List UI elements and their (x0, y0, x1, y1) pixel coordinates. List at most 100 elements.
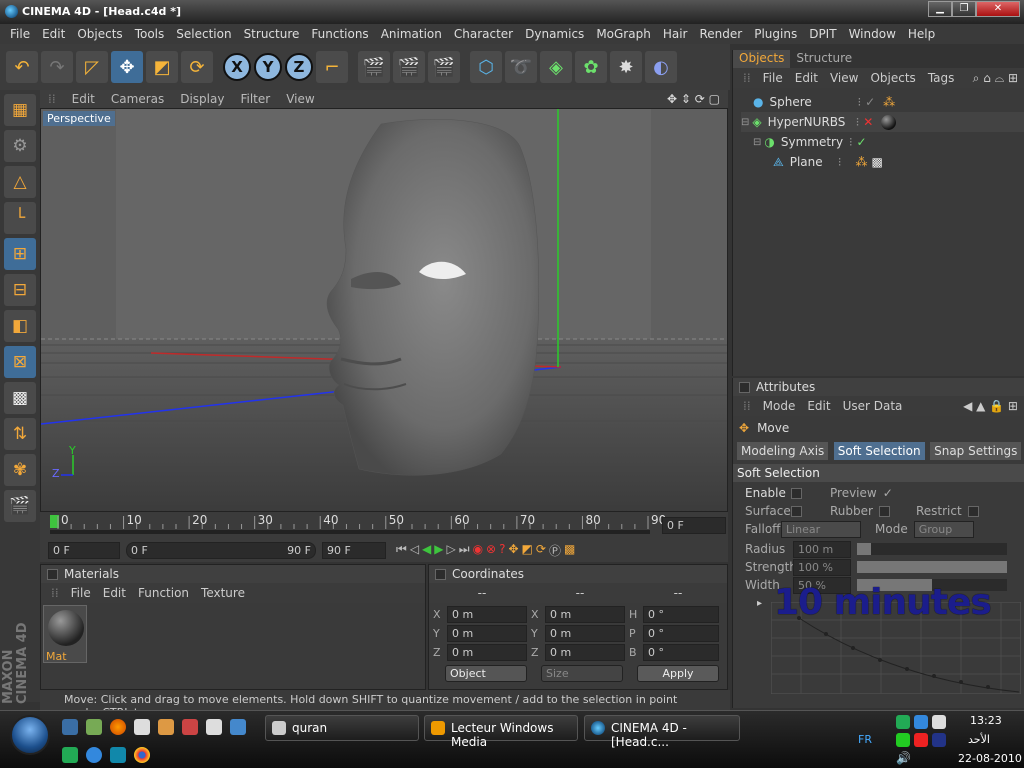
quicklaunch-icon[interactable] (206, 719, 222, 735)
menu-plugins[interactable]: Plugins (748, 27, 803, 41)
viewport-menu-cameras[interactable]: Cameras (103, 92, 172, 106)
soft-selection-mode-icon[interactable]: ⊠ (4, 346, 36, 378)
coord-pos-x[interactable]: 0 m (447, 606, 527, 623)
strength-slider[interactable] (857, 561, 1007, 573)
menu-window[interactable]: Window (843, 27, 902, 41)
attributes-nav-icons[interactable]: ◀ ▲ 🔒 ⊞ (957, 399, 1024, 413)
attributes-menu-edit[interactable]: Edit (801, 399, 836, 413)
close-button[interactable]: ✕ (976, 1, 1020, 17)
object-row-sphere[interactable]: ● Sphere ⁝ ✓ ⁂ (741, 92, 1024, 112)
tray-icon[interactable] (932, 715, 946, 729)
tray-icon[interactable] (932, 733, 946, 747)
next-key-icon[interactable]: ▷ (447, 542, 456, 559)
play-forward-icon[interactable]: ▶ (434, 542, 443, 559)
surface-checkbox[interactable] (791, 505, 802, 517)
materials-menu-file[interactable]: File (65, 586, 97, 600)
autokey-icon[interactable]: ⊗ (486, 542, 496, 559)
attributes-menu-userdata[interactable]: User Data (837, 399, 909, 413)
menu-character[interactable]: Character (448, 27, 519, 41)
key-scale-icon[interactable]: ◩ (522, 542, 533, 559)
menu-render[interactable]: Render (693, 27, 748, 41)
coord-size-select[interactable]: Size (541, 665, 623, 682)
menu-structure[interactable]: Structure (238, 27, 306, 41)
quicklaunch-icon[interactable] (134, 719, 150, 735)
volume-icon[interactable]: 🔊 (896, 751, 911, 765)
current-frame-field[interactable]: 0 F (662, 517, 726, 534)
quicklaunch-icon[interactable] (62, 747, 78, 763)
key-param-icon[interactable]: Ⓟ (549, 542, 561, 559)
viewport-menu-display[interactable]: Display (172, 92, 232, 106)
object-row-hypernurbs[interactable]: ⊟ ◈ HyperNURBS ⁝ ✕ (741, 112, 1024, 132)
maximize-button[interactable]: ❐ (952, 1, 976, 17)
texture-mode-icon[interactable]: ⚙ (4, 130, 36, 162)
attributes-menu-mode[interactable]: Mode (757, 399, 802, 413)
firefox-icon[interactable] (110, 719, 126, 735)
menu-selection[interactable]: Selection (170, 27, 237, 41)
move-tool-icon[interactable]: ✥ (111, 51, 143, 83)
key-pla-icon[interactable]: ▩ (564, 542, 575, 559)
task-media-player[interactable]: Lecteur Windows Media (424, 715, 578, 749)
cube-primitive-icon[interactable]: ⬡ (470, 51, 502, 83)
task-quran[interactable]: quran (265, 715, 419, 741)
play-backward-icon[interactable]: ◀ (422, 542, 431, 559)
tab-objects[interactable]: Objects (733, 50, 791, 68)
undo-icon[interactable]: ↶ (6, 51, 38, 83)
menu-help[interactable]: Help (902, 27, 941, 41)
task-cinema4d[interactable]: CINEMA 4D - [Head.c... (584, 715, 740, 749)
coord-pos-z[interactable]: 0 m (447, 644, 527, 661)
object-row-plane[interactable]: ⟁ Plane ⁝ ⁂ ▩ (741, 152, 1024, 172)
coord-rot-b[interactable]: 0 ° (643, 644, 719, 661)
axis-mode-icon[interactable]: └ (4, 202, 36, 234)
material-swatch[interactable]: Mat (43, 605, 87, 663)
menu-hair[interactable]: Hair (657, 27, 694, 41)
rubber-checkbox[interactable] (878, 505, 890, 517)
nurbs-icon[interactable]: ◈ (540, 51, 572, 83)
materials-menu-function[interactable]: Function (132, 586, 195, 600)
objects-menu-edit[interactable]: Edit (789, 71, 824, 85)
objects-menu-view[interactable]: View (824, 71, 864, 85)
key-rotation-icon[interactable]: ⟳ (536, 542, 546, 559)
tab-modeling-axis[interactable]: Modeling Axis (737, 442, 829, 460)
curve-expand-icon[interactable]: ▸ (757, 598, 762, 609)
viewport-menu-filter[interactable]: Filter (232, 92, 278, 106)
uv-polygons-icon[interactable]: ⇅ (4, 418, 36, 450)
enable-checkbox[interactable] (791, 487, 802, 499)
render-settings-icon[interactable]: 🎬 (428, 51, 460, 83)
use-model-mode-icon[interactable]: ▦ (4, 94, 36, 126)
viewport-menu-edit[interactable]: Edit (64, 92, 103, 106)
polygon-mode-icon[interactable]: ◧ (4, 310, 36, 342)
tray-icon[interactable] (896, 715, 910, 729)
array-icon[interactable]: ✿ (575, 51, 607, 83)
perspective-viewport[interactable]: Perspective Y Z (40, 108, 728, 512)
quicklaunch-icon[interactable] (86, 747, 102, 763)
coord-size-z[interactable]: 0 m (545, 644, 625, 661)
falloff-select[interactable]: Linear (781, 520, 861, 538)
spline-icon[interactable]: ➰ (505, 51, 537, 83)
z-axis-lock-button[interactable]: Z (285, 53, 313, 81)
frame-range-slider[interactable]: 0 F 90 F (126, 541, 316, 559)
object-axis-icon[interactable]: △ (4, 166, 36, 198)
coord-size-x[interactable]: 0 m (545, 606, 625, 623)
prev-key-icon[interactable]: ◁ (410, 542, 419, 559)
edge-mode-icon[interactable]: ⊟ (4, 274, 36, 306)
quicklaunch-icon[interactable] (110, 747, 126, 763)
keyframe-record-icon[interactable]: ◉ (473, 542, 483, 559)
radius-field[interactable]: 100 m (793, 540, 851, 558)
goto-end-icon[interactable]: ⏭ (459, 542, 470, 559)
materials-menu-edit[interactable]: Edit (97, 586, 132, 600)
deformer-icon[interactable]: ✸ (610, 51, 642, 83)
tab-structure[interactable]: Structure (790, 50, 858, 68)
play-tray-icon[interactable] (896, 733, 910, 747)
end-frame-field[interactable]: 90 F (322, 541, 386, 559)
preview-check-icon[interactable]: ✓ (883, 486, 893, 500)
menu-dpit[interactable]: DPIT (803, 27, 842, 41)
coord-pos-y[interactable]: 0 m (447, 625, 527, 642)
live-selection-icon[interactable]: ◸ (76, 51, 108, 83)
menu-tools[interactable]: Tools (129, 27, 171, 41)
point-mode-icon[interactable]: ⊞ (4, 238, 36, 270)
redo-icon[interactable]: ↷ (41, 51, 73, 83)
quicklaunch-icon[interactable] (182, 719, 198, 735)
menu-edit[interactable]: Edit (36, 27, 71, 41)
visibility-dots-icon[interactable]: ⁝ ✓ (849, 135, 867, 149)
show-desktop-icon[interactable] (62, 719, 78, 735)
